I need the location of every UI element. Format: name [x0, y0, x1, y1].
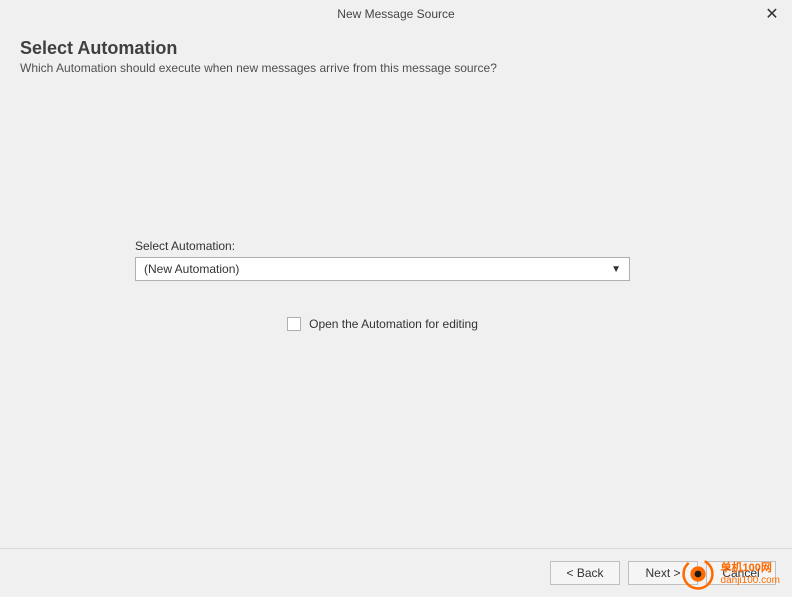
chevron-down-icon: ▼: [611, 264, 621, 275]
titlebar: New Message Source ✕: [0, 0, 792, 28]
automation-dropdown[interactable]: (New Automation) ▼: [135, 257, 630, 281]
next-button[interactable]: Next >: [628, 561, 698, 585]
page-subtitle: Which Automation should execute when new…: [20, 61, 772, 75]
select-automation-label: Select Automation:: [135, 239, 630, 253]
form-area: Select Automation: (New Automation) ▼ Op…: [135, 239, 630, 331]
page-title: Select Automation: [20, 38, 772, 59]
back-button[interactable]: < Back: [550, 561, 620, 585]
open-for-editing-checkbox[interactable]: [287, 317, 301, 331]
cancel-button[interactable]: Cancel: [706, 561, 776, 585]
wizard-content: Select Automation: (New Automation) ▼ Op…: [0, 89, 792, 548]
open-for-editing-label: Open the Automation for editing: [309, 317, 478, 331]
wizard-dialog: New Message Source ✕ Select Automation W…: [0, 0, 792, 597]
close-icon[interactable]: ✕: [762, 4, 782, 24]
dialog-title: New Message Source: [337, 7, 454, 21]
dropdown-selected-value: (New Automation): [144, 262, 239, 276]
checkbox-row: Open the Automation for editing: [135, 317, 630, 331]
wizard-footer: < Back Next > Cancel: [0, 548, 792, 597]
wizard-header: Select Automation Which Automation shoul…: [0, 28, 792, 89]
